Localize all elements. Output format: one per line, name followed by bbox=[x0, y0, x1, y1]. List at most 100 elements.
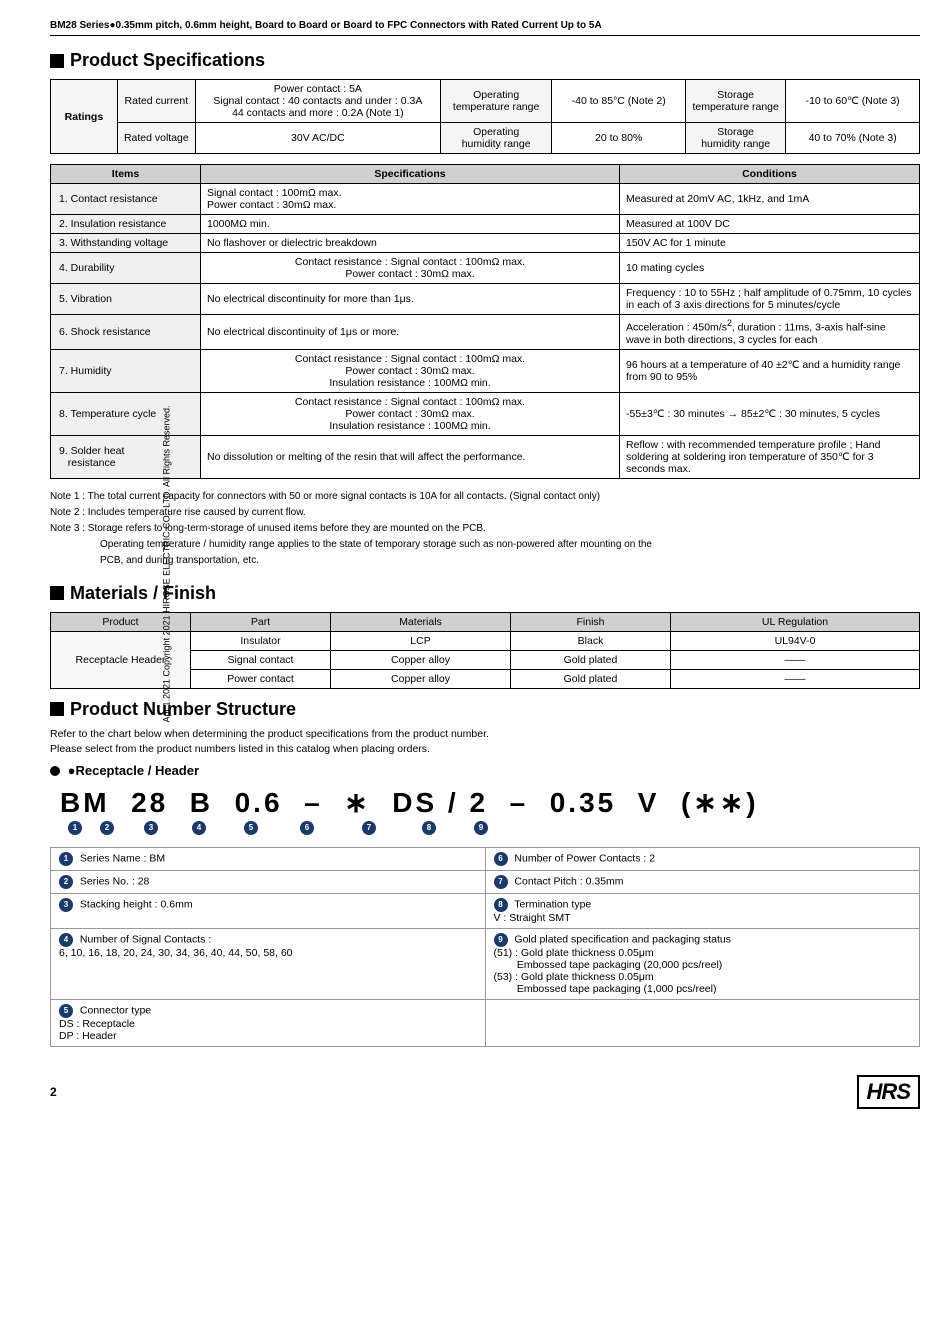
cond-temp-cycle: -55±3℃ : 30 minutes → 85±2℃ : 30 minutes… bbox=[620, 392, 920, 435]
circle-1: 1 bbox=[68, 821, 82, 835]
legend-table: 1 Series Name : BM 6 Number of Power Con… bbox=[50, 847, 920, 1047]
mat-header-ul: UL Regulation bbox=[671, 612, 920, 631]
product-specs-title: Product Specifications bbox=[50, 50, 920, 71]
spec-temp-cycle: Contact resistance : Signal contact : 10… bbox=[201, 392, 620, 435]
circle-6: 6 bbox=[300, 821, 314, 835]
ratings-table: Ratings Rated current Power contact : 5A… bbox=[50, 79, 920, 154]
item-withstand: 3. Withstanding voltage bbox=[51, 234, 201, 253]
rated-voltage-value: 30V AC/DC bbox=[195, 123, 440, 154]
legend-circle-7: 7 bbox=[494, 875, 508, 889]
item-temp-cycle: 8. Temperature cycle bbox=[51, 392, 201, 435]
mat-part-power: Power contact bbox=[191, 669, 331, 688]
stor-temp-value: -10 to 60℃ (Note 3) bbox=[786, 80, 920, 123]
legend-cell-5-right bbox=[485, 999, 920, 1046]
materials-table: Product Part Materials Finish UL Regulat… bbox=[50, 612, 920, 689]
mat-ul-signal: —— bbox=[671, 650, 920, 669]
cond-contact-resistance: Measured at 20mV AC, 1kHz, and 1mA bbox=[620, 184, 920, 215]
legend-text-1: Series Name : BM bbox=[80, 852, 165, 864]
specs-header-items: Items bbox=[51, 165, 201, 184]
legend-cell-5-left: 5 Connector typeDS : ReceptacleDP : Head… bbox=[51, 999, 486, 1046]
rated-current-label: Rated current bbox=[117, 80, 195, 123]
mat-material-signal: Copper alloy bbox=[331, 650, 511, 669]
legend-text-6: Number of Power Contacts : 2 bbox=[514, 852, 655, 864]
mat-header-part: Part bbox=[191, 612, 331, 631]
mat-ul-1: UL94V-0 bbox=[671, 631, 920, 650]
part-number-display: BM 28 B 0.6 – ∗ DS / 2 – 0.35 V (∗∗) bbox=[60, 786, 920, 819]
legend-row-2: 2 Series No. : 28 7 Contact Pitch : 0.35… bbox=[51, 870, 920, 893]
bullet-circle-icon bbox=[50, 766, 60, 776]
spec-vibration: No electrical discontinuity for more tha… bbox=[201, 284, 620, 315]
cond-shock: Acceleration : 450m/s2, duration : 11ms,… bbox=[620, 315, 920, 350]
rated-current-value: Power contact : 5A Signal contact : 40 c… bbox=[195, 80, 440, 123]
item-vibration: 5. Vibration bbox=[51, 284, 201, 315]
part-number-text: BM 28 B 0.6 – ∗ DS / 2 – 0.35 V (∗∗) bbox=[60, 787, 759, 818]
mat-ul-power: —— bbox=[671, 669, 920, 688]
pn-intro-1: Refer to the chart below when determinin… bbox=[50, 728, 920, 740]
spec-insulation: 1000MΩ min. bbox=[201, 215, 620, 234]
table-row: 2. Insulation resistance 1000MΩ min. Mea… bbox=[51, 215, 920, 234]
cond-vibration: Frequency : 10 to 55Hz ; half amplitude … bbox=[620, 284, 920, 315]
legend-text-2: Series No. : 28 bbox=[80, 875, 149, 887]
spec-withstand: No flashover or dielectric breakdown bbox=[201, 234, 620, 253]
legend-circle-1: 1 bbox=[59, 852, 73, 866]
legend-cell-4-left: 4 Number of Signal Contacts :6, 10, 16, … bbox=[51, 928, 486, 999]
legend-row-1: 1 Series Name : BM 6 Number of Power Con… bbox=[51, 847, 920, 870]
legend-row-5: 5 Connector typeDS : ReceptacleDP : Head… bbox=[51, 999, 920, 1046]
page-header: BM28 Series●0.35mm pitch, 0.6mm height, … bbox=[50, 20, 920, 36]
ratings-label: Ratings bbox=[51, 80, 118, 154]
legend-circle-9: 9 bbox=[494, 933, 508, 947]
table-row: 7. Humidity Contact resistance : Signal … bbox=[51, 349, 920, 392]
circle-8: 8 bbox=[422, 821, 436, 835]
legend-text-9: Gold plated specification and packaging … bbox=[494, 933, 731, 995]
receptacle-header-label: ●Receptacle / Header bbox=[50, 763, 920, 778]
mat-material-lcp: LCP bbox=[331, 631, 511, 650]
cond-durability: 10 mating cycles bbox=[620, 253, 920, 284]
op-temp-label: Operatingtemperature range bbox=[440, 80, 551, 123]
product-number-section: Product Number Structure Refer to the ch… bbox=[50, 699, 920, 1047]
specs-header-conds: Conditions bbox=[620, 165, 920, 184]
op-hum-label: Operatinghumidity range bbox=[440, 123, 551, 154]
legend-circle-5: 5 bbox=[59, 1004, 73, 1018]
table-row: 4. Durability Contact resistance : Signa… bbox=[51, 253, 920, 284]
legend-row-3: 3 Stacking height : 0.6mm 8 Termination … bbox=[51, 893, 920, 928]
mat-material-power: Copper alloy bbox=[331, 669, 511, 688]
circle-3: 3 bbox=[144, 821, 158, 835]
legend-cell-1-right: 6 Number of Power Contacts : 2 bbox=[485, 847, 920, 870]
spec-durability: Contact resistance : Signal contact : 10… bbox=[201, 253, 620, 284]
page-number: 2 bbox=[50, 1085, 57, 1099]
note-3-cont2: PCB, and during transportation, etc. bbox=[50, 553, 920, 569]
mat-finish-black: Black bbox=[511, 631, 671, 650]
legend-row-4: 4 Number of Signal Contacts :6, 10, 16, … bbox=[51, 928, 920, 999]
item-humidity: 7. Humidity bbox=[51, 349, 201, 392]
materials-finish-title: Materials / Finish bbox=[50, 583, 920, 604]
notes-section: Note 1 : The total current capacity for … bbox=[50, 489, 920, 569]
stor-hum-value: 40 to 70% (Note 3) bbox=[786, 123, 920, 154]
spec-humidity: Contact resistance : Signal contact : 10… bbox=[201, 349, 620, 392]
mat-header-materials: Materials bbox=[331, 612, 511, 631]
stor-temp-label: Storagetemperature range bbox=[686, 80, 786, 123]
circle-5: 5 bbox=[244, 821, 258, 835]
stor-hum-label: Storagehumidity range bbox=[686, 123, 786, 154]
legend-circle-6: 6 bbox=[494, 852, 508, 866]
hrs-logo: HRS bbox=[857, 1075, 920, 1109]
table-row: 9. Solder heat resistance No dissolution… bbox=[51, 435, 920, 478]
mat-finish-power: Gold plated bbox=[511, 669, 671, 688]
product-number-title: Product Number Structure bbox=[50, 699, 920, 720]
legend-circle-3: 3 bbox=[59, 898, 73, 912]
rated-voltage-label: Rated voltage bbox=[117, 123, 195, 154]
circle-4: 4 bbox=[192, 821, 206, 835]
legend-circle-8: 8 bbox=[494, 898, 508, 912]
item-insulation: 2. Insulation resistance bbox=[51, 215, 201, 234]
legend-text-8: Termination typeV : Straight SMT bbox=[494, 898, 592, 924]
circle-2: 2 bbox=[100, 821, 114, 835]
mat-finish-signal: Gold plated bbox=[511, 650, 671, 669]
mat-header-finish: Finish bbox=[511, 612, 671, 631]
specs-table: Items Specifications Conditions 1. Conta… bbox=[50, 164, 920, 479]
table-row: 5. Vibration No electrical discontinuity… bbox=[51, 284, 920, 315]
item-contact-resistance: 1. Contact resistance bbox=[51, 184, 201, 215]
note-3-cont1: Operating temperature / humidity range a… bbox=[50, 537, 920, 553]
section-marker-2 bbox=[50, 586, 64, 600]
item-durability: 4. Durability bbox=[51, 253, 201, 284]
legend-cell-4-right: 9 Gold plated specification and packagin… bbox=[485, 928, 920, 999]
note-1: Note 1 : The total current capacity for … bbox=[50, 489, 920, 505]
